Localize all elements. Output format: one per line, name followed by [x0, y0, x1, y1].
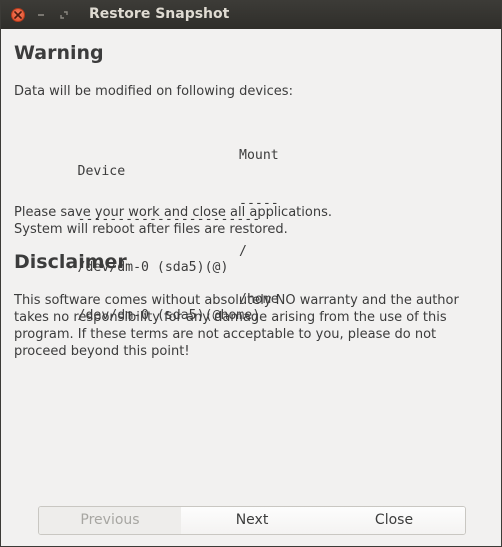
disclaimer-line: program. If these terms are not acceptab… — [14, 327, 437, 342]
reboot-notice: System will reboot after files are resto… — [14, 222, 288, 237]
disclaimer-heading: Disclaimer — [14, 251, 127, 273]
window-maximize-button[interactable] — [57, 8, 71, 22]
close-button[interactable]: Close — [323, 507, 465, 534]
next-button[interactable]: Next — [181, 507, 323, 534]
window-close-button[interactable] — [11, 8, 25, 22]
minimize-icon — [38, 14, 44, 16]
maximize-icon — [60, 11, 68, 19]
mount-cell: / — [239, 244, 247, 259]
warning-heading: Warning — [14, 42, 104, 64]
window-minimize-button[interactable] — [34, 8, 48, 22]
column-header-mount: Mount — [239, 148, 279, 163]
disclaimer-line: This software comes without absolutely N… — [14, 293, 459, 308]
window-title: Restore Snapshot — [89, 6, 230, 22]
title-bar[interactable]: Restore Snapshot — [1, 1, 501, 29]
button-bar: Previous Next Close — [38, 506, 466, 535]
column-header-device: Device — [77, 164, 126, 179]
table-header-row: Device Mount — [14, 148, 279, 179]
warning-intro: Data will be modified on following devic… — [14, 84, 293, 99]
restore-snapshot-window: Restore Snapshot Warning Data will be mo… — [0, 0, 502, 547]
disclaimer-line: takes no responsibility for any damage a… — [14, 310, 447, 325]
previous-button[interactable]: Previous — [39, 507, 181, 534]
close-icon — [14, 11, 22, 19]
save-work-notice: Please save your work and close all appl… — [14, 205, 332, 220]
disclaimer-line: proceed beyond this point! — [14, 344, 190, 359]
